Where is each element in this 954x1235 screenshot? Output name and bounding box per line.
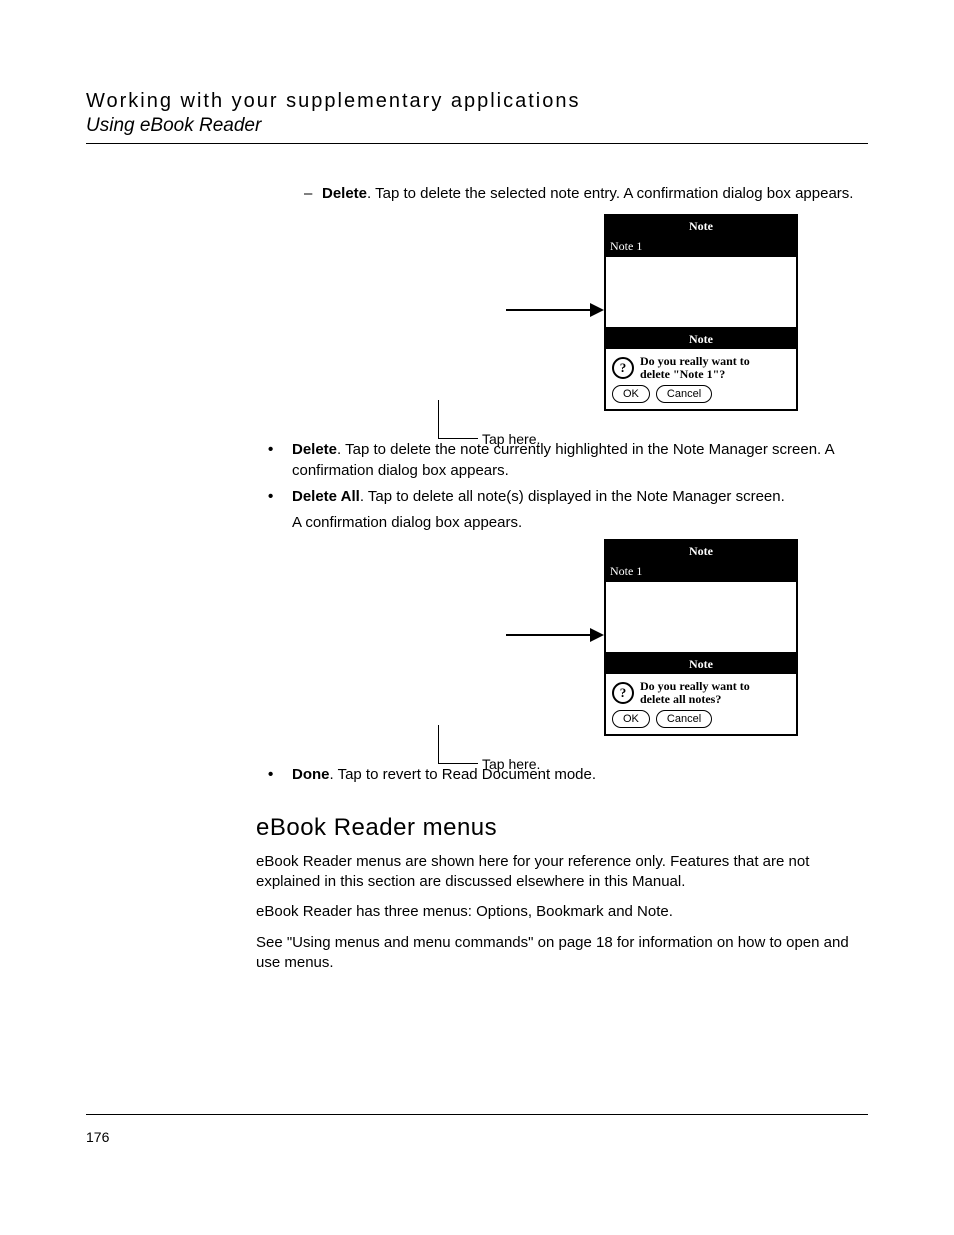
bullet-body: . Tap to revert to Read Document mode. [330, 766, 597, 783]
mock-dialog-buttons: OK Cancel [606, 385, 796, 409]
dash-label: Delete [322, 185, 367, 202]
dash-body: . Tap to delete the selected note entry.… [367, 185, 853, 202]
dash-marker: – [304, 184, 322, 204]
mock-dialog-buttons: OK Cancel [606, 710, 796, 734]
page: Working with your supplementary applicat… [0, 0, 954, 1235]
bullet-text: Done. Tap to revert to Read Document mod… [292, 765, 596, 785]
mock-blank-area [606, 582, 796, 652]
bullet-done: • Done. Tap to revert to Read Document m… [268, 765, 868, 785]
mock-dialog-title: Note [606, 327, 796, 349]
mock-dialog-message: Do you really want to delete "Note 1"? [640, 355, 750, 381]
footer-rule [86, 1114, 868, 1115]
section-p2: eBook Reader has three menus: Options, B… [256, 902, 868, 922]
mock-dialog-title: Note [606, 652, 796, 674]
tap-here-label: Tap here. [482, 755, 540, 774]
bullet-marker: • [268, 487, 292, 534]
section-p1: eBook Reader menus are shown here for yo… [256, 852, 868, 893]
section-p3: See "Using menus and menu commands" on p… [256, 933, 868, 974]
mock-dialog-body: ? Do you really want to delete "Note 1"? [606, 349, 796, 385]
bullet-body: . Tap to delete the note currently highl… [292, 441, 834, 478]
page-number: 176 [86, 1129, 109, 1145]
content-area: – Delete. Tap to delete the selected not… [256, 184, 868, 973]
dash-item-delete: – Delete. Tap to delete the selected not… [304, 184, 868, 204]
header-subtitle: Using eBook Reader [86, 115, 868, 137]
bullet-marker: • [268, 765, 292, 785]
bullet-text: Delete All. Tap to delete all note(s) di… [292, 487, 785, 534]
bullet-delete-all: • Delete All. Tap to delete all note(s) … [268, 487, 868, 534]
cancel-button[interactable]: Cancel [656, 710, 712, 728]
mock-dialog-body: ? Do you really want to delete all notes… [606, 674, 796, 710]
header-title: Working with your supplementary applicat… [86, 90, 868, 113]
mock-dialog-message: Do you really want to delete all notes? [640, 680, 750, 706]
mock-window-title: Note [606, 216, 796, 236]
bullet-label: Delete All [292, 488, 360, 505]
bullet-marker: • [268, 440, 292, 481]
bullet-label: Delete [292, 441, 337, 458]
ok-button[interactable]: OK [612, 710, 650, 728]
bullet-delete: • Delete. Tap to delete the note current… [268, 440, 868, 481]
bullet-text: Delete. Tap to delete the note currently… [292, 440, 868, 481]
arrow-icon [506, 300, 604, 320]
mock-blank-area [606, 257, 796, 327]
question-icon: ? [612, 357, 634, 379]
mock-list-item: Note 1 [606, 561, 796, 581]
dash-text: Delete. Tap to delete the selected note … [322, 184, 853, 204]
mock-note-window-2: Note Note 1 Note ? Do you really want to… [604, 539, 798, 736]
mock-msg-line2: delete all notes? [640, 693, 750, 706]
figure-delete-all-notes: Note Note 1 Note ? Do you really want to… [256, 539, 868, 759]
tap-here-label: Tap here. [482, 430, 540, 449]
bullet-body: . Tap to delete all note(s) displayed in… [360, 488, 785, 505]
cancel-button[interactable]: Cancel [656, 385, 712, 403]
mock-note-window-1: Note Note 1 Note ? Do you really want to… [604, 214, 798, 411]
bullet-label: Done [292, 766, 330, 783]
mock-list-item: Note 1 [606, 236, 796, 256]
ok-button[interactable]: OK [612, 385, 650, 403]
arrow-icon [506, 625, 604, 645]
figure-delete-note: Note Note 1 Note ? Do you really want to… [256, 214, 868, 434]
mock-window-title: Note [606, 541, 796, 561]
section-heading: eBook Reader menus [256, 812, 868, 844]
header-rule [86, 143, 868, 144]
question-icon: ? [612, 682, 634, 704]
bullet-body-2: A confirmation dialog box appears. [292, 514, 522, 531]
mock-msg-line2: delete "Note 1"? [640, 368, 750, 381]
